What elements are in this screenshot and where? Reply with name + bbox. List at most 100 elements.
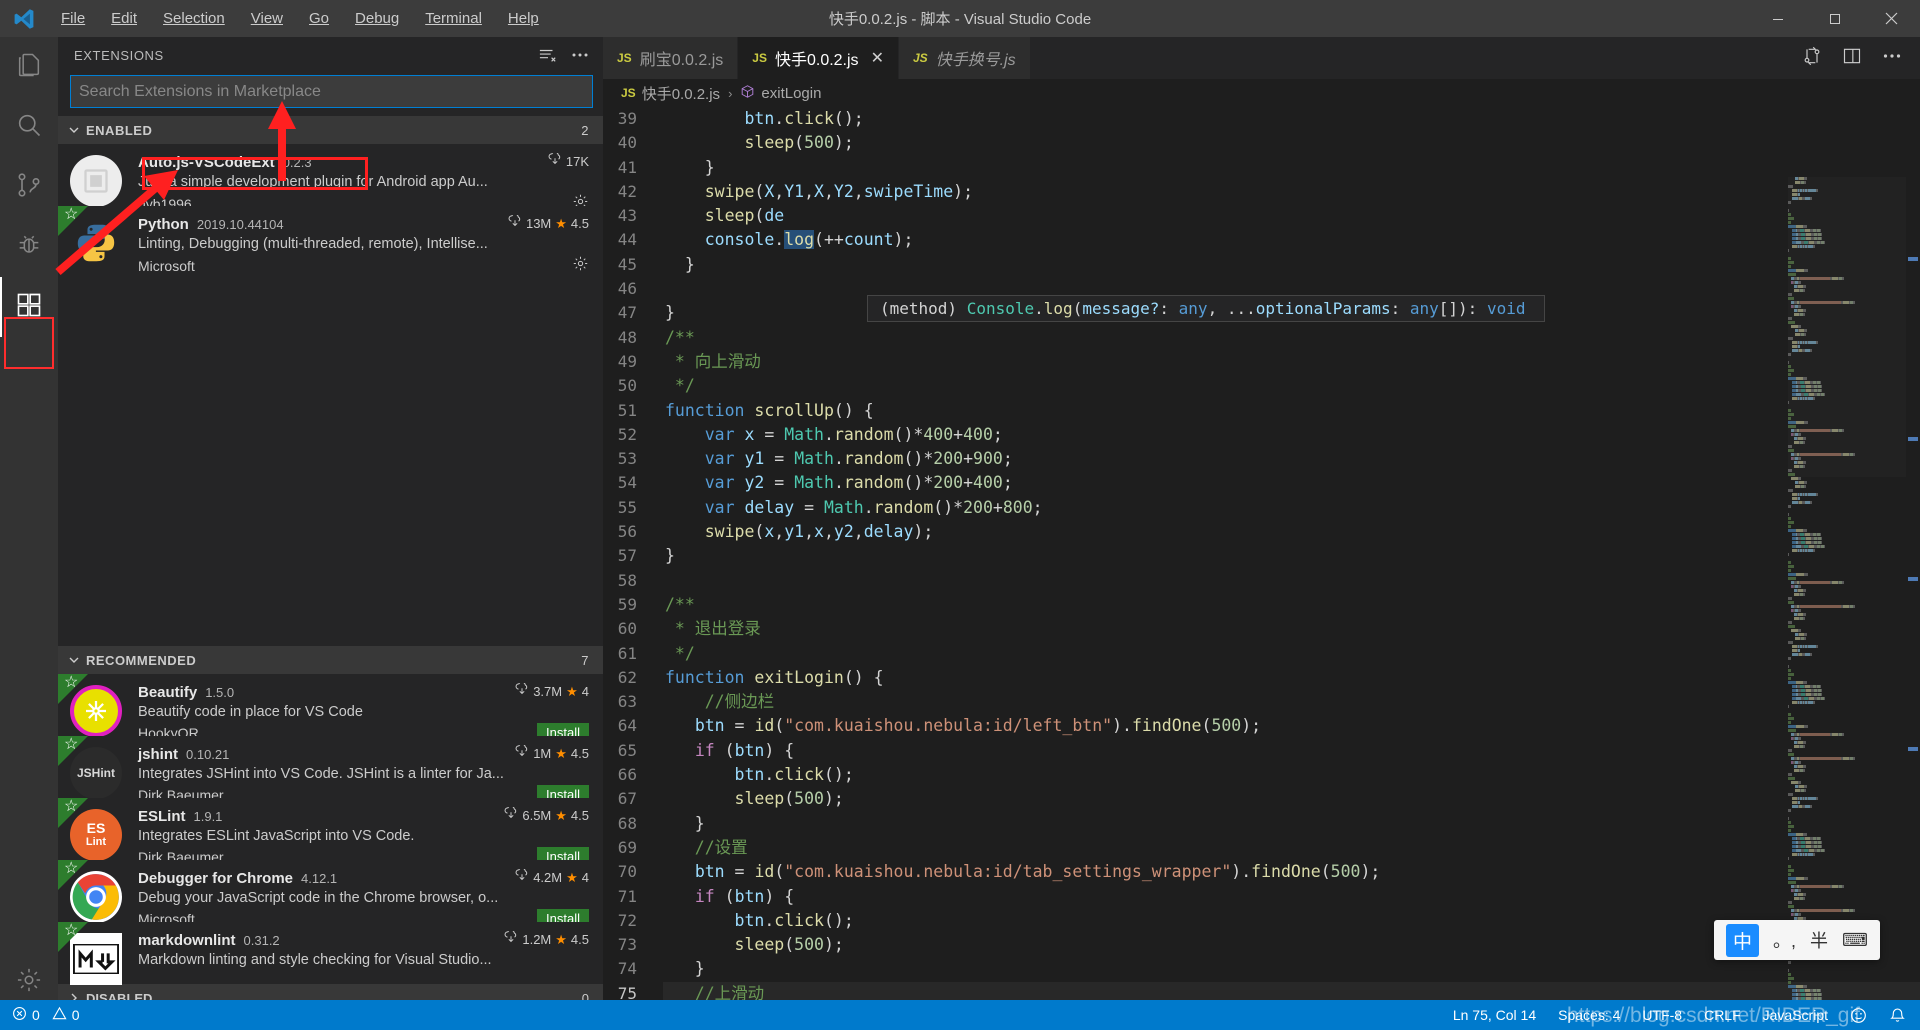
more-actions-icon[interactable] [571, 46, 589, 64]
close-button[interactable] [1863, 0, 1920, 37]
section-recommended[interactable]: RECOMMENDED 7 [58, 646, 603, 674]
activity-search[interactable] [0, 97, 58, 157]
notifications-bell-icon[interactable] [1889, 1007, 1906, 1024]
menu-selection[interactable]: Selection [150, 0, 238, 37]
line-source[interactable]: */ [663, 374, 1920, 398]
breadcrumb-file[interactable]: 快手0.0.2.js [642, 83, 720, 104]
code-editor[interactable]: 39 btn.click(); 40 sleep(500); 41 } 42 swip… [603, 107, 1920, 1012]
menu-terminal[interactable]: Terminal [412, 0, 495, 37]
code-line[interactable]: 61 */ [603, 642, 1920, 666]
line-source[interactable]: //设置 [663, 836, 1920, 860]
menu-go[interactable]: Go [296, 0, 342, 37]
list-item[interactable]: ☆ ES Lint ESLint 1.9.1 6.5M ★ 4.5 Integr… [58, 798, 603, 866]
section-enabled[interactable]: ENABLED 2 [58, 116, 603, 144]
status-encoding[interactable]: UTF-8 [1642, 1007, 1682, 1023]
code-line[interactable]: 44 console.log(++count); [603, 228, 1920, 252]
code-line[interactable]: 65 if (btn) { [603, 739, 1920, 763]
line-source[interactable]: function exitLogin() { [663, 666, 1920, 690]
code-line[interactable]: 39 btn.click(); [603, 107, 1920, 131]
code-line[interactable]: 55 var delay = Math.random()*200+800; [603, 496, 1920, 520]
code-line[interactable]: 43 sleep(de [603, 204, 1920, 228]
code-line[interactable]: 51 function scrollUp() { [603, 399, 1920, 423]
line-source[interactable]: btn = id("com.kuaishou.nebula:id/tab_set… [663, 860, 1920, 884]
more-actions-icon[interactable] [1882, 46, 1902, 71]
line-source[interactable]: } [663, 812, 1920, 836]
line-source[interactable]: /** [663, 593, 1920, 617]
code-line[interactable]: 62 function exitLogin() { [603, 666, 1920, 690]
status-problems[interactable]: 0 0 [12, 1006, 80, 1024]
menu-view[interactable]: View [238, 0, 296, 37]
line-source[interactable]: if (btn) { [663, 739, 1920, 763]
list-item[interactable]: ☆ Beautify 1.5.0 3.7M ★ 4 Beautify code … [58, 674, 603, 742]
activity-source-control[interactable] [0, 157, 58, 217]
line-source[interactable]: sleep(500); [663, 787, 1920, 811]
code-lines[interactable]: 39 btn.click(); 40 sleep(500); 41 } 42 swip… [603, 107, 1920, 1012]
ime-mode-chinese[interactable]: 中 [1725, 923, 1759, 957]
breadcrumb[interactable]: JS 快手0.0.2.js › exitLogin [603, 79, 1920, 107]
compare-icon[interactable] [1802, 46, 1822, 71]
ime-widget[interactable]: 中 。, 半 ⌨ [1713, 920, 1880, 960]
line-source[interactable]: if (btn) { [663, 885, 1920, 909]
line-source[interactable]: sleep(500); [663, 131, 1920, 155]
line-source[interactable]: btn.click(); [663, 107, 1920, 131]
ime-punctuation[interactable]: 。, [1773, 927, 1796, 953]
code-line[interactable]: 70 btn = id("com.kuaishou.nebula:id/tab_… [603, 860, 1920, 884]
line-source[interactable]: btn.click(); [663, 763, 1920, 787]
code-line[interactable]: 40 sleep(500); [603, 131, 1920, 155]
tab-kuaishou-huanhao[interactable]: JS 快手换号.js [898, 37, 1031, 79]
status-indentation[interactable]: Spaces: 4 [1558, 1007, 1620, 1023]
line-source[interactable]: } [663, 957, 1920, 981]
code-line[interactable]: 60 * 退出登录 [603, 617, 1920, 641]
activity-extensions[interactable] [0, 277, 58, 337]
code-line[interactable]: 49 * 向上滑动 [603, 350, 1920, 374]
code-line[interactable]: 57} [603, 544, 1920, 568]
line-source[interactable]: btn = id("com.kuaishou.nebula:id/left_bt… [663, 714, 1920, 738]
menu-file[interactable]: File [48, 0, 98, 37]
line-source[interactable]: var delay = Math.random()*200+800; [663, 496, 1920, 520]
code-line[interactable]: 53 var y1 = Math.random()*200+900; [603, 447, 1920, 471]
code-line[interactable]: 74 } [603, 957, 1920, 981]
code-line[interactable]: 64 btn = id("com.kuaishou.nebula:id/left… [603, 714, 1920, 738]
line-source[interactable]: //侧边栏 [663, 690, 1920, 714]
list-item[interactable]: ☆ markdownlint 0.31.2 1.2M ★ 4.5 Markdow… [58, 922, 603, 985]
line-source[interactable]: swipe(X,Y1,X,Y2,swipeTime); [663, 180, 1920, 204]
code-line[interactable]: 54 var y2 = Math.random()*200+400; [603, 471, 1920, 495]
code-line[interactable]: 58 [603, 569, 1920, 593]
code-line[interactable]: 63 //侧边栏 [603, 690, 1920, 714]
line-source[interactable]: sleep(de [663, 204, 1920, 228]
code-line[interactable]: 69 //设置 [603, 836, 1920, 860]
code-line[interactable]: 42 swipe(X,Y1,X,Y2,swipeTime); [603, 180, 1920, 204]
line-source[interactable]: /** [663, 326, 1920, 350]
line-source[interactable]: swipe(x,y1,x,y2,delay); [663, 520, 1920, 544]
status-cursor-position[interactable]: Ln 75, Col 14 [1453, 1007, 1536, 1023]
line-source[interactable]: * 退出登录 [663, 617, 1920, 641]
line-source[interactable] [663, 569, 1920, 593]
split-editor-icon[interactable] [1842, 46, 1862, 71]
code-line[interactable]: 50 */ [603, 374, 1920, 398]
search-input[interactable] [70, 75, 593, 108]
code-line[interactable]: 59 /** [603, 593, 1920, 617]
list-item[interactable]: ☆ Python 2019.10.44104 13M ★ 4.5 Linting… [58, 206, 603, 274]
clear-filter-icon[interactable] [539, 47, 557, 63]
list-item[interactable]: ☆ Debugger for Chrome 4.12.1 4.2M ★ 4 De… [58, 860, 603, 928]
code-line[interactable]: 67 sleep(500); [603, 787, 1920, 811]
menu-debug[interactable]: Debug [342, 0, 412, 37]
breadcrumb-symbol[interactable]: exitLogin [761, 85, 821, 102]
line-source[interactable]: */ [663, 642, 1920, 666]
menu-edit[interactable]: Edit [98, 0, 150, 37]
code-line[interactable]: 66 btn.click(); [603, 763, 1920, 787]
tab-kuaishou[interactable]: JS 快手0.0.2.js ✕ [738, 37, 899, 79]
line-source[interactable]: var x = Math.random()*400+400; [663, 423, 1920, 447]
minimap[interactable] [1788, 177, 1906, 1012]
line-source[interactable]: * 向上滑动 [663, 350, 1920, 374]
code-line[interactable]: 45 } [603, 253, 1920, 277]
line-source[interactable]: console.log(++count); [663, 228, 1920, 252]
menu-bar[interactable]: File Edit Selection View Go Debug Termin… [48, 0, 552, 37]
list-item[interactable]: Auto.js-VSCodeExt 0.2.3 17K Just a simpl… [58, 144, 603, 212]
minimize-button[interactable] [1749, 0, 1806, 37]
ime-width-toggle[interactable]: 半 [1810, 927, 1828, 953]
ime-keyboard-icon[interactable]: ⌨ [1842, 930, 1868, 951]
close-icon[interactable]: ✕ [871, 48, 884, 68]
line-source[interactable]: } [663, 156, 1920, 180]
code-line[interactable]: 41 } [603, 156, 1920, 180]
